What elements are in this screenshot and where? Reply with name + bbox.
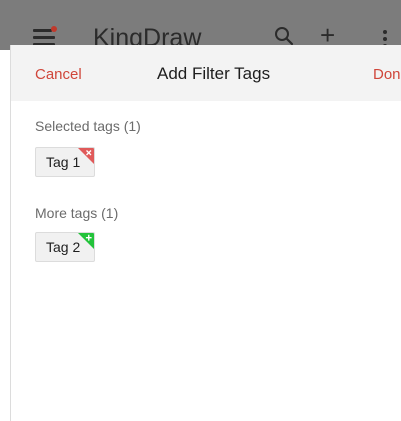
remove-x-icon[interactable] [78, 148, 94, 164]
filter-tags-sheet: Cancel Add Filter Tags Done Selected tag… [10, 45, 401, 421]
add-plus-icon[interactable] [78, 233, 94, 249]
cancel-button[interactable]: Cancel [35, 66, 82, 83]
menu-icon [33, 26, 57, 46]
app-bar: KingDraw + [0, 0, 401, 52]
available-tag-chip[interactable]: Tag 2 [35, 232, 95, 262]
tag-label: Tag 2 [46, 239, 81, 255]
more-tags-label: More tags (1) [35, 205, 119, 221]
done-button[interactable]: Done [373, 66, 401, 83]
sheet-title: Add Filter Tags [157, 64, 271, 83]
selected-tag-chip[interactable]: Tag 1 [35, 147, 95, 177]
tag-label: Tag 1 [46, 154, 81, 170]
selected-tags-label: Selected tags (1) [35, 118, 141, 134]
search-icon [275, 27, 294, 46]
sheet-header: Cancel Add Filter Tags Done [11, 45, 401, 101]
